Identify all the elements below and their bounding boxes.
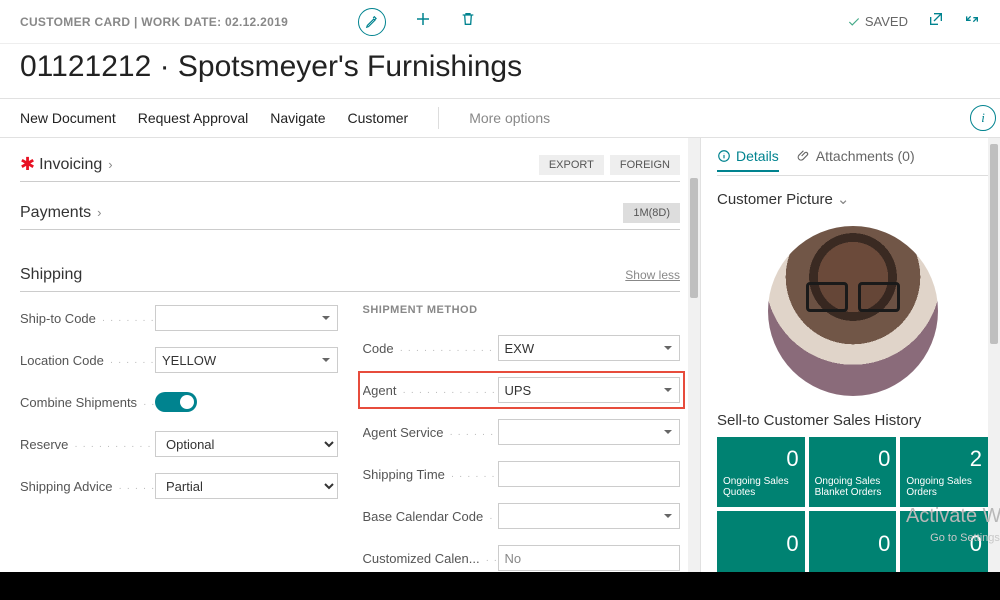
page-title: 01121212 · Spotsmeyer's Furnishings [0, 44, 1000, 98]
tile-row2-a[interactable]: 0 [717, 511, 805, 581]
tile-caption: Ongoing Sales Blanket Orders [815, 476, 891, 498]
sales-history-title: Sell-to Customer Sales History [717, 412, 988, 429]
chevron-right-icon: › [97, 205, 101, 220]
location-code-label: Location Code [20, 353, 155, 368]
shipment-method-group: SHIPMENT METHOD [363, 304, 681, 316]
shipment-code-label: Code [363, 341, 498, 356]
fasttab-payments-title: Payments [20, 204, 91, 222]
customer-picture-header[interactable]: Customer Picture ⌄ [717, 190, 988, 208]
sales-history-tiles: 0 Ongoing Sales Quotes 0 Ongoing Sales B… [717, 437, 988, 581]
tile-row2-c[interactable]: 0 [900, 511, 988, 581]
tab-details[interactable]: Details [717, 148, 779, 172]
paperclip-icon [797, 149, 811, 163]
tile-value: 0 [723, 446, 799, 472]
reserve-select[interactable]: Optional [155, 431, 338, 457]
customer-picture [768, 226, 938, 396]
tile-ongoing-blanket-orders[interactable]: 0 Ongoing Sales Blanket Orders [809, 437, 897, 507]
reserve-label: Reserve [20, 437, 155, 452]
tile-value: 0 [815, 446, 891, 472]
collapse-icon [964, 11, 980, 27]
shipping-time-label: Shipping Time [363, 467, 498, 482]
edit-button[interactable] [358, 8, 386, 36]
customized-calendar-label: Customized Calen... [363, 551, 498, 566]
ship-to-code-label: Ship-to Code [20, 311, 155, 326]
show-less-link[interactable]: Show less [625, 268, 680, 282]
windows-taskbar [0, 572, 1000, 600]
trash-icon [460, 11, 476, 27]
fasttab-payments[interactable]: Payments › 1M(8D) [20, 196, 680, 230]
tile-ongoing-orders[interactable]: 2 Ongoing Sales Orders [900, 437, 988, 507]
info-icon [717, 149, 731, 163]
invoicing-badge-foreign: FOREIGN [610, 155, 680, 175]
invoicing-badge-export: EXPORT [539, 155, 604, 175]
shipping-time-input[interactable] [498, 461, 681, 487]
plus-icon [414, 10, 432, 28]
tile-value: 2 [906, 446, 982, 472]
collapse-button[interactable] [964, 11, 980, 32]
fasttab-shipping: Shipping Show less [20, 258, 680, 292]
base-calendar-input[interactable] [498, 503, 681, 529]
check-icon [847, 15, 861, 29]
saved-label: SAVED [865, 14, 908, 29]
action-new-document[interactable]: New Document [20, 110, 116, 126]
info-button[interactable]: i [970, 105, 996, 131]
customer-picture-title: Customer Picture [717, 191, 833, 208]
main-scrollbar[interactable] [688, 138, 700, 598]
pencil-icon [365, 15, 379, 29]
delete-button[interactable] [460, 11, 476, 32]
ship-to-code-input[interactable] [155, 305, 338, 331]
location-code-input[interactable] [155, 347, 338, 373]
shipping-advice-select[interactable]: Partial [155, 473, 338, 499]
tile-row2-b[interactable]: 0 [809, 511, 897, 581]
chevron-right-icon: › [108, 157, 112, 172]
action-request-approval[interactable]: Request Approval [138, 110, 249, 126]
fasttab-shipping-title: Shipping [20, 266, 82, 284]
base-calendar-label: Base Calendar Code [363, 509, 498, 524]
action-customer[interactable]: Customer [348, 110, 409, 126]
tile-value: 0 [723, 531, 799, 557]
tab-details-label: Details [736, 148, 779, 164]
fasttab-invoicing[interactable]: ✱ Invoicing › EXPORT FOREIGN [20, 148, 680, 182]
divider [438, 107, 439, 129]
popout-button[interactable] [928, 11, 944, 32]
tile-caption: Ongoing Sales Quotes [723, 476, 799, 498]
agent-service-input[interactable] [498, 419, 681, 445]
tile-value: 0 [815, 531, 891, 557]
payments-summary: 1M(8D) [623, 203, 680, 223]
save-status: SAVED [847, 14, 908, 29]
tile-value: 0 [906, 531, 982, 557]
tile-caption: Ongoing Sales Orders [906, 476, 982, 498]
agent-label: Agent [363, 383, 498, 398]
shipment-code-input[interactable] [498, 335, 681, 361]
required-star-icon: ✱ [20, 154, 35, 175]
combine-shipments-toggle[interactable] [155, 392, 197, 412]
new-button[interactable] [414, 10, 432, 33]
combine-shipments-label: Combine Shipments [20, 395, 155, 410]
customized-calendar-value [498, 545, 681, 571]
agent-service-label: Agent Service [363, 425, 498, 440]
breadcrumb: CUSTOMER CARD | WORK DATE: 02.12.2019 [20, 15, 288, 29]
action-navigate[interactable]: Navigate [270, 110, 325, 126]
agent-input[interactable] [498, 377, 681, 403]
fasttab-invoicing-title: Invoicing [39, 156, 102, 174]
tile-ongoing-quotes[interactable]: 0 Ongoing Sales Quotes [717, 437, 805, 507]
tab-attachments[interactable]: Attachments (0) [797, 148, 915, 170]
tab-attachments-label: Attachments (0) [816, 148, 915, 164]
chevron-down-icon: ⌄ [837, 190, 850, 208]
shipping-advice-label: Shipping Advice [20, 479, 155, 494]
side-scrollbar[interactable] [988, 138, 1000, 598]
action-more-options[interactable]: More options [469, 110, 550, 126]
popout-icon [928, 11, 944, 27]
